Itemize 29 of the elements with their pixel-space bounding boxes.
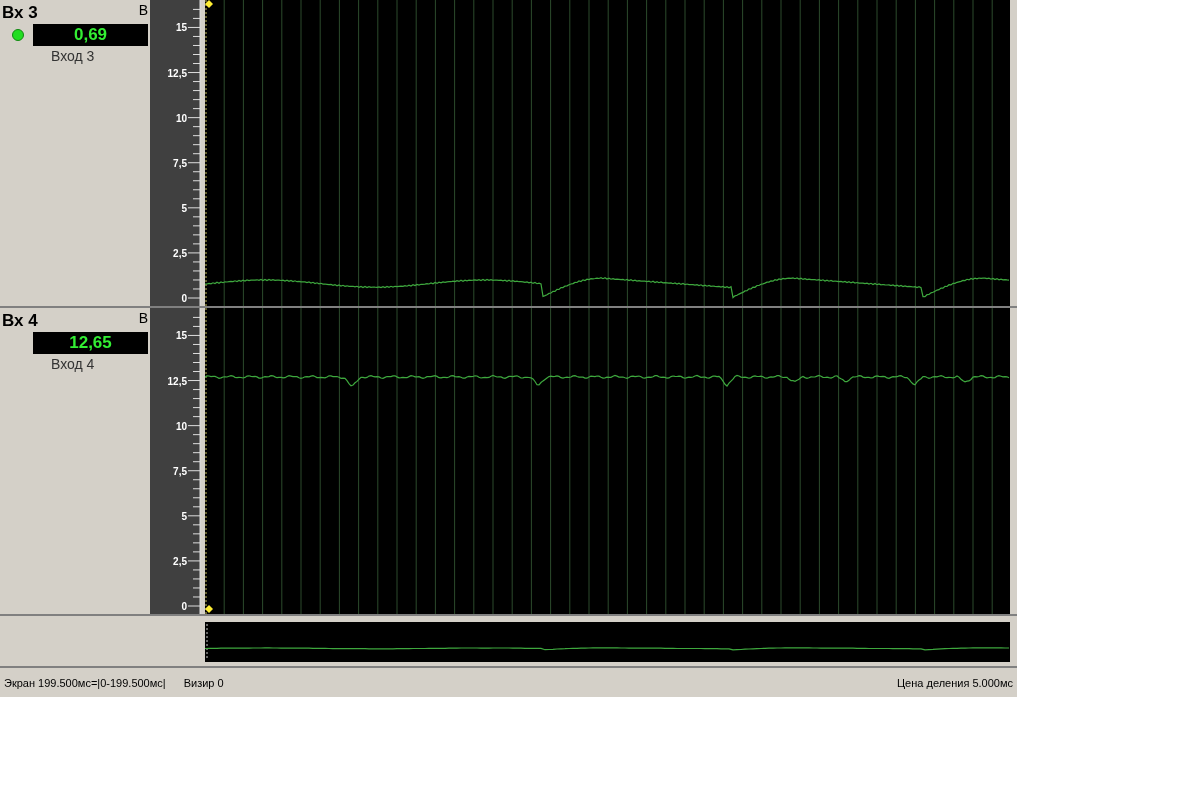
axis-label: 2,5 [173, 555, 187, 567]
overview-plot[interactable] [205, 622, 1010, 662]
axis-label: 12,5 [167, 375, 187, 387]
axis-label: 15 [175, 330, 187, 342]
cursor-marker-icon[interactable] [205, 0, 213, 8]
axis-label: 7,5 [173, 157, 187, 169]
unit-label: В [138, 310, 148, 326]
status-indicator [11, 29, 24, 41]
value-display: 12,65 [33, 332, 148, 354]
input-label: Вход 3 [51, 48, 96, 64]
unit-label: В [138, 2, 148, 18]
status-screen-range: Экран 199.500мс=|0-199.500мс| [4, 676, 166, 689]
channel-name: Вх 3 [2, 3, 38, 23]
status-division: Цена деления 5.000мс [896, 676, 1013, 689]
channel-name: Вх 4 [2, 311, 38, 331]
axis-label: 2,5 [173, 247, 187, 259]
axis-label: 15 [175, 22, 187, 34]
axis-label: 0 [181, 601, 187, 612]
axis-label: 5 [181, 202, 187, 214]
axis-label: 10 [175, 112, 187, 124]
axis-label: 7,5 [173, 465, 187, 477]
axis-label: 10 [175, 420, 187, 432]
axis-label: 5 [181, 510, 187, 522]
status-cursor: Визир 0 [183, 676, 224, 689]
axis-label: 0 [181, 293, 187, 304]
input-label: Вход 4 [51, 356, 96, 372]
value-display: 0,69 [33, 24, 148, 46]
axis-label: 12,5 [167, 67, 187, 79]
cursor-marker-icon[interactable] [205, 605, 213, 613]
